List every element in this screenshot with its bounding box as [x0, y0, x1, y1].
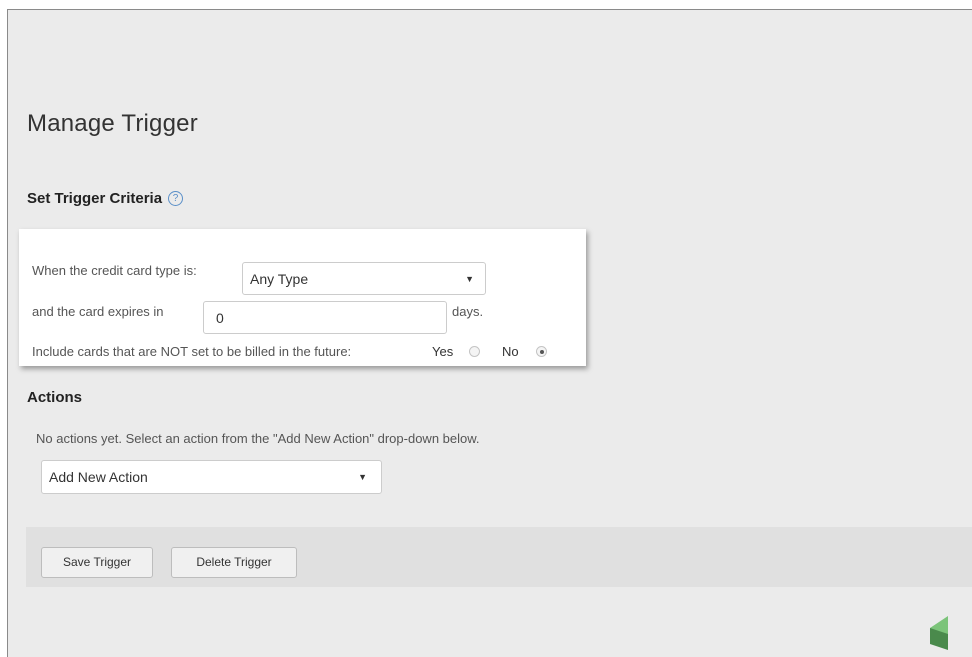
actions-empty-message: No actions yet. Select an action from th… — [36, 431, 480, 446]
add-action-value: Add New Action — [49, 469, 148, 485]
actions-heading: Actions — [27, 389, 83, 406]
yes-radio[interactable] — [469, 346, 480, 357]
days-label: days. — [452, 304, 484, 319]
no-label: No — [502, 344, 519, 359]
yes-label: Yes — [432, 344, 454, 359]
delete-trigger-button[interactable]: Delete Trigger — [171, 547, 297, 578]
caret-down-icon: ▼ — [465, 274, 474, 284]
card-type-value: Any Type — [250, 271, 309, 287]
footer-button-bar: Save Trigger Delete Trigger — [26, 527, 972, 587]
logo-icon — [930, 616, 948, 650]
caret-down-icon: ▼ — [358, 472, 367, 482]
criteria-panel: When the credit card type is: Any Type ▼… — [19, 229, 586, 366]
criteria-heading-text: Set Trigger Criteria — [27, 190, 163, 207]
expires-days-input[interactable] — [203, 301, 447, 334]
card-type-label: When the credit card type is: — [32, 263, 197, 278]
criteria-heading: Set Trigger Criteria ? — [27, 190, 184, 207]
no-radio[interactable] — [536, 346, 547, 357]
include-future-label: Include cards that are NOT set to be bil… — [32, 344, 352, 359]
expires-label: and the card expires in — [32, 304, 164, 319]
save-trigger-button[interactable]: Save Trigger — [41, 547, 153, 578]
help-icon[interactable]: ? — [168, 191, 184, 206]
page-title: Manage Trigger — [27, 110, 198, 137]
add-action-select[interactable]: Add New Action ▼ — [41, 460, 382, 494]
card-type-select[interactable]: Any Type ▼ — [242, 262, 486, 295]
